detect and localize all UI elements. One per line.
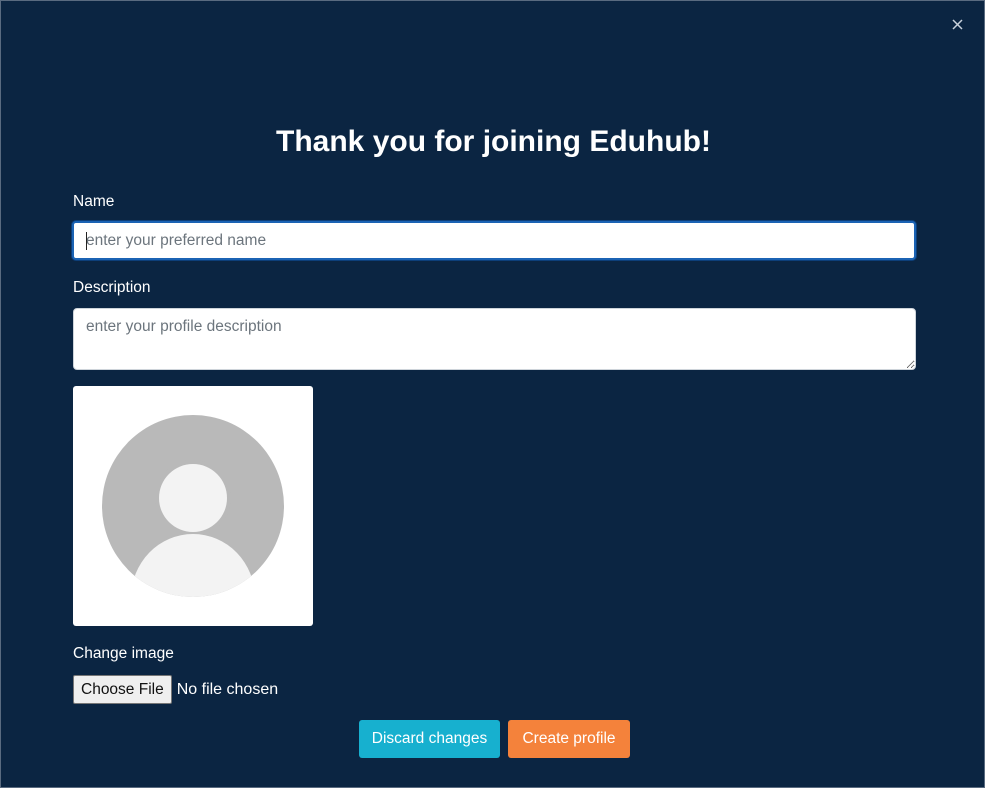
- description-input[interactable]: [73, 308, 916, 370]
- profile-modal: Thank you for joining Eduhub! Name Descr…: [0, 0, 985, 788]
- description-label: Description: [73, 279, 151, 296]
- file-status: No file chosen: [176, 680, 279, 698]
- file-input: Choose File No file chosen: [73, 675, 278, 704]
- modal-title: Thank you for joining Eduhub!: [276, 125, 711, 158]
- avatar-preview: [73, 386, 313, 626]
- create-profile-button[interactable]: Create profile: [508, 720, 630, 758]
- name-input[interactable]: [72, 221, 916, 260]
- change-image-label: Change image: [73, 645, 174, 662]
- name-label: Name: [73, 193, 115, 210]
- default-user-avatar-icon: [102, 415, 284, 597]
- close-button[interactable]: [946, 14, 968, 36]
- choose-file-button[interactable]: Choose File: [73, 675, 172, 704]
- close-icon: [951, 19, 963, 30]
- text-caret: [86, 232, 87, 250]
- discard-changes-button[interactable]: Discard changes: [359, 720, 500, 758]
